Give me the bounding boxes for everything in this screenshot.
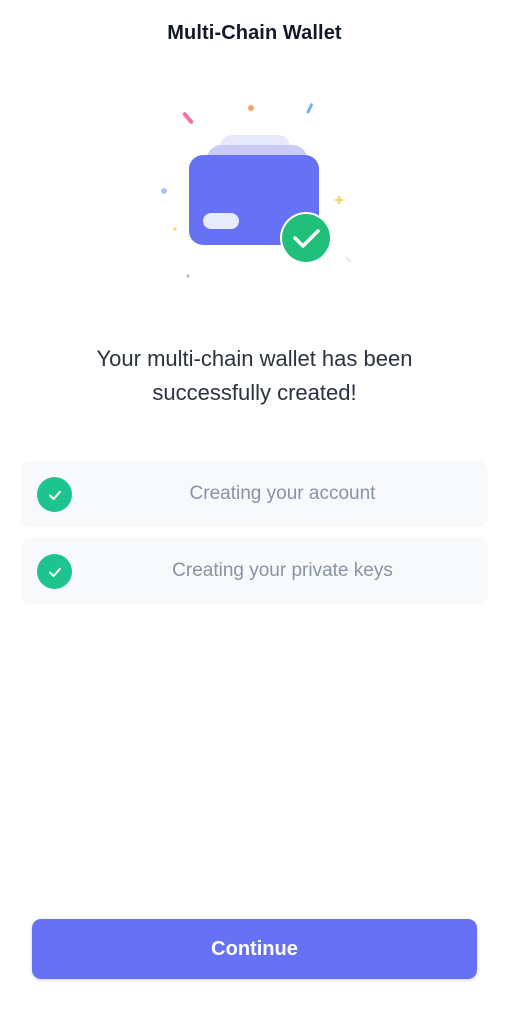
step-create-private-keys: Creating your private keys bbox=[21, 538, 488, 604]
page-title: Multi-Chain Wallet bbox=[167, 22, 342, 44]
step-label: Creating your private keys bbox=[172, 560, 393, 581]
wallet-success-icon bbox=[161, 103, 352, 278]
check-circle-icon bbox=[37, 554, 72, 589]
step-label: Creating your account bbox=[189, 483, 376, 504]
success-message: Your multi-chain wallet has been success… bbox=[96, 346, 413, 405]
step-create-account: Creating your account bbox=[21, 461, 488, 527]
check-circle-icon bbox=[37, 477, 72, 512]
progress-steps: Creating your account Creating your priv… bbox=[21, 461, 488, 615]
wallet-success-illustration bbox=[150, 95, 360, 285]
continue-button[interactable]: Continue bbox=[32, 919, 477, 979]
